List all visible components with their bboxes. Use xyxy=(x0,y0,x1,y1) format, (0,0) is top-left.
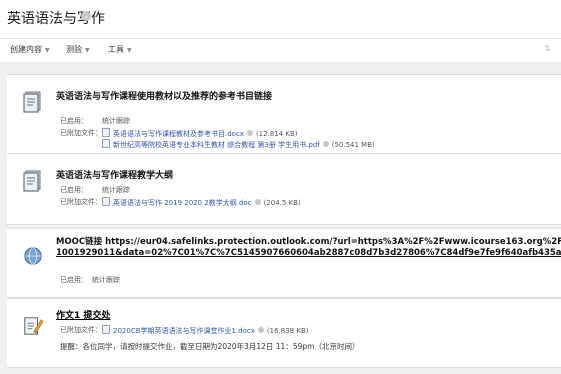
chevron-down-icon: ▼ xyxy=(127,47,132,54)
list-item: 作文1 提交处 已附加文件： 2020CB学期英语语法与写作课堂作业1.docx… xyxy=(7,298,561,368)
file-icon xyxy=(102,139,110,148)
attached-files-label: 已附加文件： xyxy=(60,326,102,334)
enabled-value: 统计跟踪 xyxy=(102,117,130,125)
item-description: 提醒：各位同学，请按时提交作业，截至日期为2020年3月12日 11：59pm（… xyxy=(60,342,360,351)
chevron-down-icon: ▼ xyxy=(85,47,90,54)
attached-files-label: 已附加文件： xyxy=(60,198,102,206)
file-icon xyxy=(102,325,110,334)
list-item: 英语语法与写作课程使用教材以及推荐的参考书目链接 已启用： 统计跟踪 已附加文件… xyxy=(7,74,561,156)
mooc-link-title[interactable]: MOOC链接 https://eur04.safelinks.protectio… xyxy=(56,235,561,247)
attached-file[interactable]: 2020CB学期英语语法与写作课堂作业1.docx (16.838 KB) xyxy=(102,325,308,336)
tools-label: 工具 xyxy=(108,45,124,54)
assessments-menu[interactable]: 测验 ▼ xyxy=(66,44,90,55)
sort-icon[interactable]: ⇅ xyxy=(544,44,551,53)
file-size: (50.541 MB) xyxy=(331,141,375,149)
enabled-label: 已启用： xyxy=(60,186,88,194)
chevron-down-icon: ▼ xyxy=(45,47,50,54)
list-item: 英语语法与写作课程教学大纲 已启用： 统计跟踪 已附加文件： 英语语法与写作 2… xyxy=(7,153,561,225)
file-options-icon[interactable] xyxy=(254,199,261,205)
file-name[interactable]: 英语语法与写作课程教材及参考书目.docx xyxy=(113,130,244,138)
tools-menu[interactable]: 工具 ▼ xyxy=(108,44,132,55)
document-icon xyxy=(23,170,41,192)
action-toolbar: 创建内容 ▼ 测验 ▼ 工具 ▼ ⇅ xyxy=(0,38,561,64)
document-icon xyxy=(23,91,41,113)
attached-files-label: 已附加文件： xyxy=(60,129,102,137)
page-header: 英语语法与写作 ⌄ xyxy=(0,0,561,38)
file-name[interactable]: 新世纪高等院校英语专业本科生教材 综合教程 第3册 学生用书.pdf xyxy=(113,141,320,149)
list-item: MOOC链接 https://eur04.safelinks.protectio… xyxy=(7,228,561,298)
enabled-label: 已启用： xyxy=(60,276,88,284)
file-options-icon[interactable] xyxy=(246,130,253,136)
assignment-title[interactable]: 作文1 提交处 xyxy=(56,308,110,321)
enabled-label: 已启用： xyxy=(60,117,88,125)
assessments-label: 测验 xyxy=(66,45,82,54)
mooc-link-url-continued[interactable]: 1001929011&data=02%7C01%7C%7C51459076606… xyxy=(56,248,561,258)
title-options-chevron-icon[interactable]: ⌄ xyxy=(81,11,91,21)
item-title[interactable]: 英语语法与写作课程使用教材以及推荐的参考书目链接 xyxy=(56,89,272,102)
file-name[interactable]: 2020CB学期英语语法与写作课堂作业1.docx xyxy=(113,327,255,335)
file-size: (204.5 KB) xyxy=(263,199,301,207)
build-content-menu[interactable]: 创建内容 ▼ xyxy=(10,44,50,55)
build-content-label: 创建内容 xyxy=(10,45,42,54)
enabled-value: 统计跟踪 xyxy=(92,276,120,284)
item-title[interactable]: 英语语法与写作课程教学大纲 xyxy=(56,168,173,181)
attached-file[interactable]: 英语语法与写作 2019 2020 2教学大纲.doc (204.5 KB) xyxy=(102,197,301,208)
attached-file[interactable]: 英语语法与写作课程教材及参考书目.docx (12.814 KB) xyxy=(102,128,298,139)
file-size: (12.814 KB) xyxy=(255,130,298,138)
file-icon xyxy=(102,197,110,206)
file-name[interactable]: 英语语法与写作 2019 2020 2教学大纲.doc xyxy=(113,199,252,207)
enabled-value: 统计跟踪 xyxy=(102,186,130,194)
assignment-icon xyxy=(24,317,43,335)
file-options-icon[interactable] xyxy=(257,327,264,333)
file-options-icon[interactable] xyxy=(322,141,329,147)
attached-file[interactable]: 新世纪高等院校英语专业本科生教材 综合教程 第3册 学生用书.pdf (50.54… xyxy=(102,139,375,150)
content-list: 英语语法与写作课程使用教材以及推荐的参考书目链接 已启用： 统计跟踪 已附加文件… xyxy=(0,62,561,374)
file-size: (16.838 KB) xyxy=(266,327,309,335)
web-link-globe-icon xyxy=(24,247,42,265)
file-icon xyxy=(102,128,110,137)
